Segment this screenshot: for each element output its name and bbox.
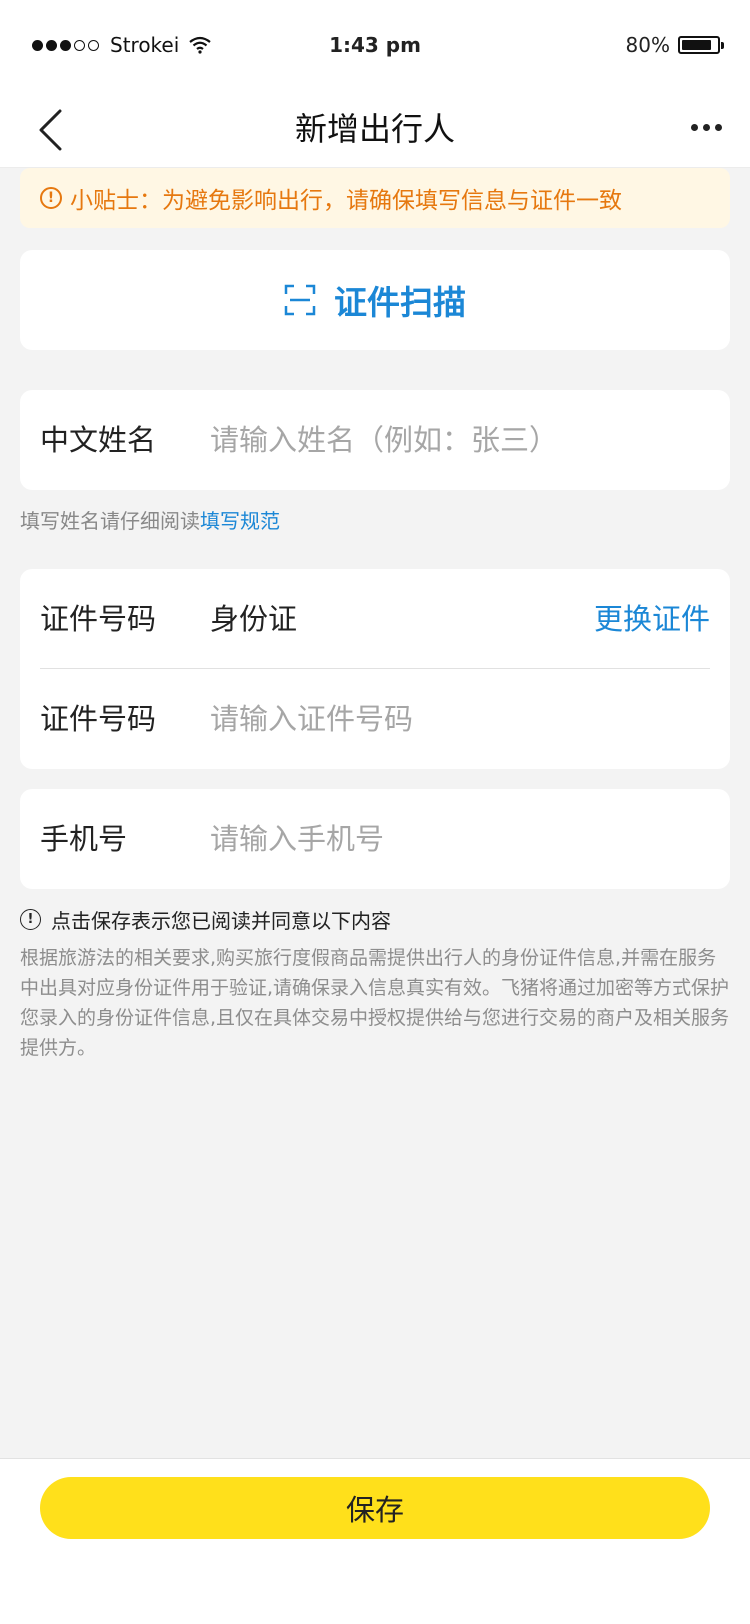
phone-label: 手机号	[40, 822, 128, 856]
battery-group: 80%	[625, 30, 724, 60]
id-number-label: 证件号码	[40, 702, 157, 736]
status-bar: Strokei 1:43 pm 80%	[0, 0, 750, 90]
nav-bar: 新增出行人	[0, 90, 750, 168]
name-rules-link[interactable]: 填写规范	[200, 509, 280, 533]
tip-banner: ! 小贴士：为避免影响出行，请确保填写信息与证件一致	[20, 168, 730, 228]
battery-percent: 80%	[625, 33, 670, 57]
agreement-title-row: ! 点击保存表示您已阅读并同意以下内容	[20, 905, 391, 934]
phone-row: 手机号	[20, 789, 730, 889]
tip-text: 小贴士：为避免影响出行，请确保填写信息与证件一致	[70, 188, 622, 214]
id-scan-label: 证件扫描	[334, 283, 466, 322]
more-dots-icon[interactable]	[686, 124, 722, 131]
name-hint: 填写姓名请仔细阅读填写规范	[20, 505, 280, 534]
info-circle-icon: !	[20, 909, 41, 930]
change-id-button[interactable]: 更换证件	[594, 569, 710, 669]
name-label: 中文姓名	[40, 423, 157, 457]
bottom-bar: 保存	[0, 1458, 750, 1624]
id-type-row: 证件号码 身份证 更换证件	[20, 569, 730, 669]
id-type-label: 证件号码	[40, 602, 157, 636]
id-number-input[interactable]	[210, 694, 710, 744]
save-button[interactable]: 保存	[40, 1477, 710, 1539]
alert-circle-icon: !	[40, 187, 62, 209]
name-hint-text: 填写姓名请仔细阅读	[20, 509, 200, 533]
page-title: 新增出行人	[294, 110, 455, 148]
phone-card: 手机号	[20, 789, 730, 889]
agreement-title: 点击保存表示您已阅读并同意以下内容	[51, 909, 391, 933]
agreement-body: 根据旅游法的相关要求,购买旅行度假商品需提供出行人的身份证件信息,并需在服务中出…	[20, 947, 730, 1059]
name-row: 中文姓名	[20, 390, 730, 490]
scan-frame-icon	[284, 284, 316, 316]
id-number-row: 证件号码	[20, 669, 730, 769]
name-field-card: 中文姓名	[20, 390, 730, 490]
phone-input[interactable]	[210, 814, 710, 864]
id-card: 证件号码 身份证 更换证件 证件号码	[20, 569, 730, 769]
id-type-value: 身份证	[210, 602, 298, 636]
battery-icon	[678, 36, 724, 54]
id-scan-button[interactable]: 证件扫描	[20, 250, 730, 350]
name-input[interactable]	[210, 415, 710, 465]
